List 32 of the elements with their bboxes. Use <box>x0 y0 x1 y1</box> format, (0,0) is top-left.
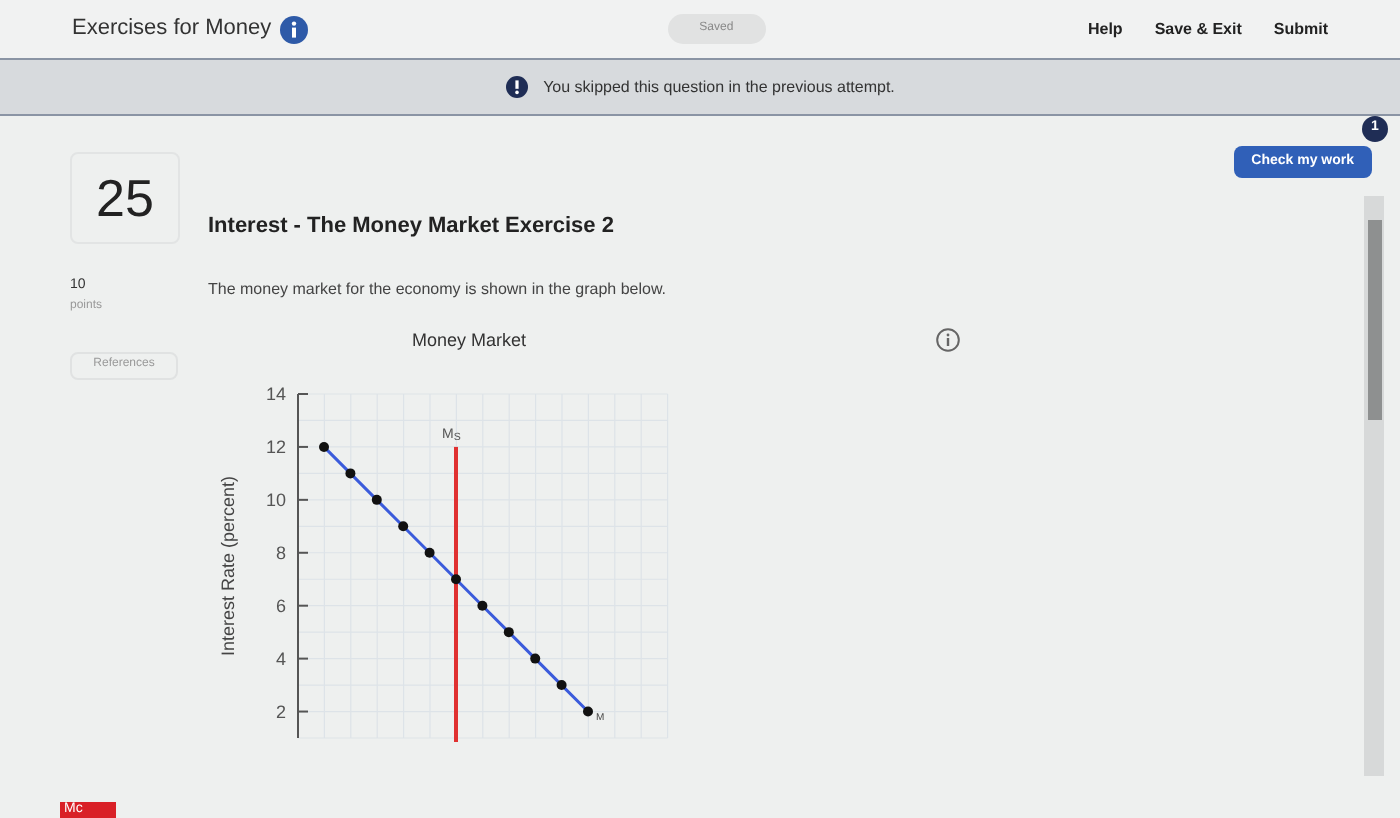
scrollbar[interactable] <box>1364 196 1384 776</box>
data-point[interactable] <box>503 627 514 638</box>
axis-tick-label: 4 <box>275 648 286 669</box>
data-point[interactable] <box>371 494 382 505</box>
data-point[interactable] <box>556 680 567 691</box>
header-link[interactable]: Save & Exit <box>1154 17 1242 41</box>
data-point[interactable] <box>530 653 541 664</box>
notice-text: You skipped this question in the previous attempt. <box>543 75 895 99</box>
question-prompt: The money market for the economy is shown in the graph below. <box>208 277 669 301</box>
data-point[interactable] <box>424 547 435 558</box>
question-title: Interest - The Money Market Exercise 2 <box>208 212 616 242</box>
axis-tick-label: 12 <box>265 436 286 457</box>
chart-title: Money Market <box>412 327 527 354</box>
data-point[interactable] <box>451 574 461 585</box>
axis-tick-label: 10 <box>265 489 286 510</box>
info-icon[interactable] <box>279 15 308 43</box>
alert-icon <box>505 76 528 98</box>
data-point[interactable] <box>345 468 356 479</box>
axis-tick-label: 6 <box>275 595 286 616</box>
page-title: Exercises for Money <box>72 14 272 45</box>
data-point[interactable] <box>319 441 329 452</box>
data-point[interactable] <box>398 521 409 532</box>
axis-title: Interest Rate (percent) <box>218 475 238 657</box>
question-number: 25 <box>96 165 154 231</box>
axis-tick-label: 8 <box>275 542 286 563</box>
data-point[interactable] <box>477 600 488 611</box>
axis-tick-label: 2 <box>275 701 286 722</box>
data-point[interactable] <box>583 706 593 717</box>
axis-tick-label: 14 <box>265 384 286 404</box>
info-icon[interactable] <box>936 328 961 353</box>
header-link[interactable]: Submit <box>1273 17 1328 41</box>
header-link[interactable]: Help <box>1087 17 1123 41</box>
